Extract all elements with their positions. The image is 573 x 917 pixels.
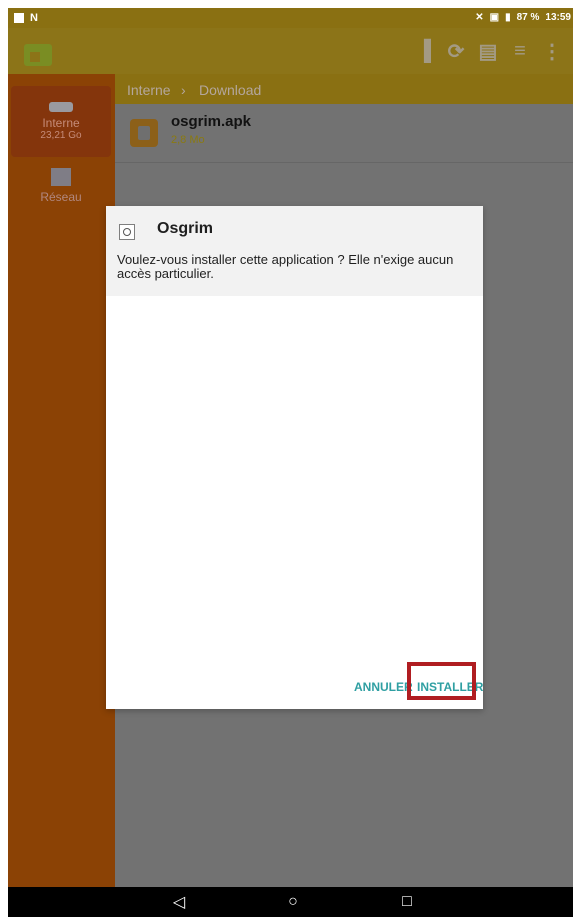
dialog-header: Osgrim Voulez-vous installer cette appli… (106, 206, 483, 296)
recents-icon[interactable]: □ (398, 893, 416, 911)
new-folder-icon[interactable]: ▤ (479, 41, 498, 63)
sidebar: Interne 23,21 Go Réseau (8, 74, 115, 887)
sidebar-item-interne[interactable]: Interne 23,21 Go (11, 86, 111, 157)
home-icon[interactable]: ○ (284, 893, 302, 911)
n-notification-icon: N (30, 12, 38, 24)
dialog-title: Osgrim (157, 220, 214, 237)
file-row[interactable]: osgrim.apk 2,8 Mo (115, 104, 573, 163)
refresh-icon[interactable]: ⟳ (447, 41, 465, 63)
view-toggle-icon[interactable]: ▐ (415, 40, 433, 62)
more-icon[interactable]: ⋮ (542, 41, 562, 63)
android-apk-icon (130, 119, 158, 147)
sidebar-item-label: Réseau (40, 190, 82, 204)
network-icon (51, 168, 71, 186)
screen: N ✕ ▣ ▮ 87 % 13:59 ▐ ⟳ ▤ ≡ ⋮ Interne 23,… (8, 8, 573, 917)
clock: 13:59 (545, 12, 571, 23)
image-notification-icon (14, 13, 24, 23)
app-icon (119, 224, 135, 240)
battery-percent: 87 % (516, 12, 540, 23)
status-left: N (14, 12, 38, 24)
cancel-button[interactable]: ANNULER (354, 680, 413, 694)
signal-icon: ▣ (489, 12, 500, 23)
file-name: osgrim.apk (171, 113, 252, 130)
toolbar-actions: ▐ ⟳ ▤ ≡ ⋮ (415, 40, 562, 63)
sidebar-item-size: 23,21 Go (40, 130, 82, 141)
toolbar: ▐ ⟳ ▤ ≡ ⋮ (8, 28, 573, 74)
chevron-right-icon: › (181, 82, 186, 98)
breadcrumb-current[interactable]: Download (199, 82, 261, 98)
muted-icon: ✕ (475, 12, 484, 23)
sort-icon[interactable]: ≡ (511, 40, 529, 62)
highlight-box (407, 662, 476, 700)
sidebar-item-reseau[interactable]: Réseau (11, 168, 111, 239)
battery-icon: ▮ (505, 12, 511, 23)
storage-icon (49, 102, 73, 112)
status-right: ✕ ▣ ▮ 87 % 13:59 (475, 12, 571, 23)
status-bar: N ✕ ▣ ▮ 87 % 13:59 (8, 8, 573, 28)
navigation-bar: ◁ ○ □ (8, 887, 573, 917)
folder-app-icon[interactable] (24, 44, 52, 66)
dialog-message: Voulez-vous installer cette application … (117, 252, 454, 281)
install-dialog: Osgrim Voulez-vous installer cette appli… (106, 206, 483, 709)
file-size: 2,8 Mo (171, 134, 205, 146)
dialog-body (106, 296, 483, 709)
back-icon[interactable]: ◁ (170, 893, 188, 911)
breadcrumb-root[interactable]: Interne (127, 82, 171, 98)
breadcrumb: Interne › Download (115, 74, 573, 104)
sidebar-item-label: Interne (42, 116, 80, 130)
